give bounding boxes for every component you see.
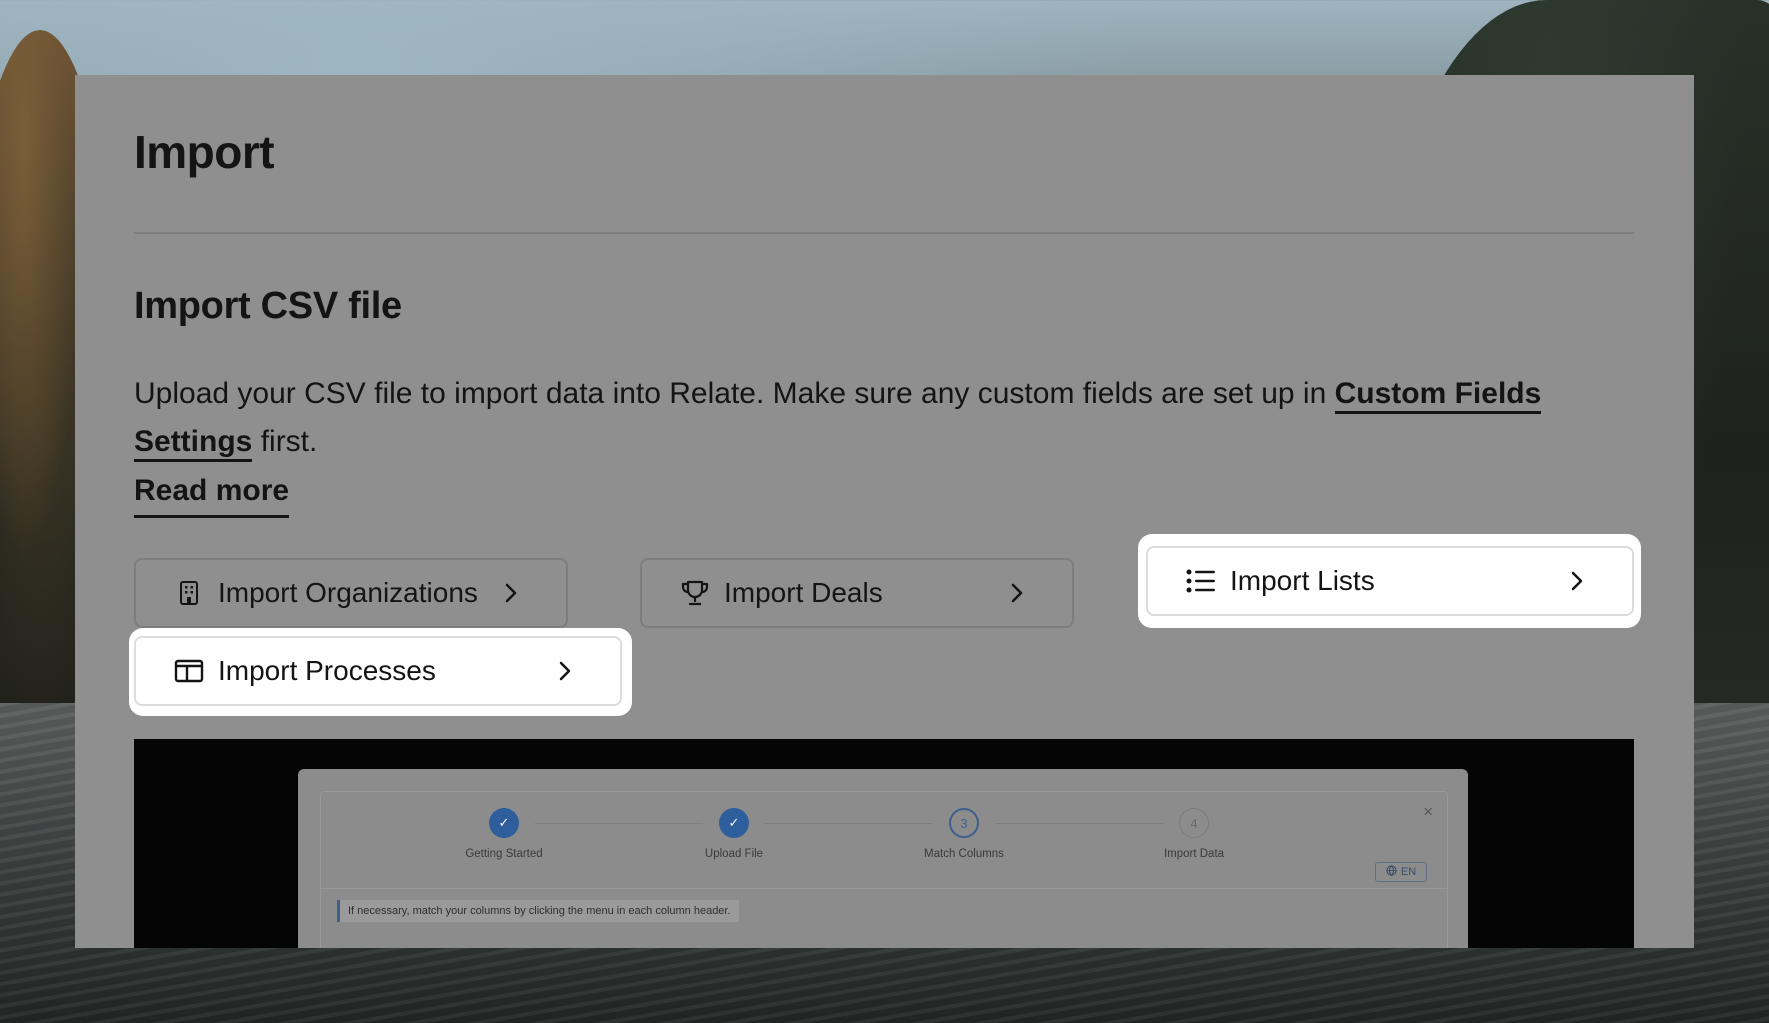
step-number: 4 bbox=[1179, 808, 1209, 838]
list-icon bbox=[1186, 566, 1216, 596]
read-more-link[interactable]: Read more bbox=[134, 467, 290, 518]
import-processes-label: Import Processes bbox=[218, 655, 436, 686]
chevron-right-icon bbox=[504, 582, 526, 604]
description-text: Upload your CSV file to import data into… bbox=[134, 370, 1644, 466]
preview-modal: ✓ Getting Started ✓ Upload File 3 Match … bbox=[298, 769, 1468, 948]
close-icon: × bbox=[1423, 802, 1433, 821]
import-organizations-label: Import Organizations bbox=[218, 577, 478, 608]
step-import-data: 4 Import Data bbox=[1114, 808, 1274, 860]
chevron-right-icon bbox=[1570, 570, 1592, 592]
step-label: Match Columns bbox=[924, 848, 1004, 860]
preview-divider bbox=[321, 888, 1447, 889]
check-icon: ✓ bbox=[489, 808, 519, 838]
import-deals-button[interactable]: Import Deals bbox=[640, 558, 1074, 628]
description-after: first. bbox=[252, 425, 318, 458]
language-selector: EN bbox=[1375, 862, 1427, 882]
title-divider bbox=[134, 232, 1634, 234]
preview-stepper-card: ✓ Getting Started ✓ Upload File 3 Match … bbox=[320, 791, 1448, 948]
step-match-columns: 3 Match Columns bbox=[884, 808, 1044, 860]
import-deals-label: Import Deals bbox=[724, 577, 883, 608]
import-lists-label: Import Lists bbox=[1230, 565, 1375, 596]
columns-icon bbox=[174, 656, 204, 686]
step-getting-started: ✓ Getting Started bbox=[424, 808, 584, 860]
step-label: Getting Started bbox=[465, 848, 543, 860]
page-title: Import bbox=[134, 126, 275, 178]
import-page-panel: Import Import CSV file Upload your CSV f… bbox=[75, 75, 1694, 948]
check-icon: ✓ bbox=[719, 808, 749, 838]
import-organizations-button[interactable]: Import Organizations bbox=[134, 558, 568, 628]
import-lists-button[interactable]: Import Lists bbox=[1146, 546, 1634, 616]
chevron-right-icon bbox=[558, 660, 580, 682]
import-processes-button[interactable]: Import Processes bbox=[134, 636, 622, 706]
trophy-icon bbox=[680, 578, 710, 608]
globe-icon bbox=[1386, 865, 1397, 879]
description-before: Upload your CSV file to import data into… bbox=[134, 377, 1335, 410]
preview-hint-text: If necessary, match your columns by clic… bbox=[337, 900, 739, 922]
step-label: Upload File bbox=[704, 848, 764, 860]
step-number: 3 bbox=[949, 808, 979, 838]
language-label: EN bbox=[1400, 866, 1417, 878]
chevron-right-icon bbox=[1010, 582, 1032, 604]
import-preview-image: ✓ Getting Started ✓ Upload File 3 Match … bbox=[134, 739, 1634, 948]
building-icon bbox=[174, 578, 204, 608]
section-title: Import CSV file bbox=[134, 285, 402, 327]
step-upload-file: ✓ Upload File bbox=[654, 808, 814, 860]
step-label: Import Data bbox=[1163, 848, 1225, 860]
